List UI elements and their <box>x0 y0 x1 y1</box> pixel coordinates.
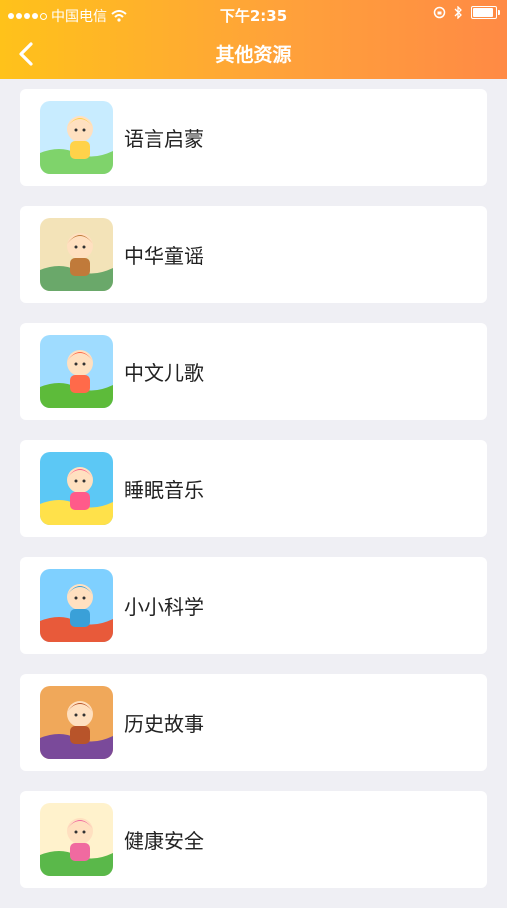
resource-thumbnail <box>40 335 113 408</box>
resource-item-language-enlightenment[interactable]: 语言启蒙 <box>20 89 487 186</box>
resource-item-chinese-nursery-rhymes[interactable]: 中华童谣 <box>20 206 487 303</box>
resource-label: 中华童谣 <box>124 244 204 268</box>
status-time: 下午2:35 <box>219 7 288 25</box>
resource-thumbnail <box>40 101 113 174</box>
resource-thumbnail <box>40 803 113 876</box>
page-title: 其他资源 <box>215 44 292 66</box>
resource-label: 历史故事 <box>124 712 204 736</box>
resource-item-sleep-music[interactable]: 睡眠音乐 <box>20 440 487 537</box>
resource-list: 语言启蒙 中华童谣 中文儿歌 睡眠音乐 小小科学 历史故事 健康安全 <box>20 89 487 908</box>
resource-thumbnail <box>40 569 113 642</box>
orientation-lock-icon <box>433 6 446 19</box>
resource-label: 睡眠音乐 <box>124 478 204 502</box>
resource-label: 中文儿歌 <box>124 361 204 385</box>
resource-thumbnail <box>40 452 113 525</box>
resource-thumbnail <box>40 686 113 759</box>
header-bar: 中国电信 下午2:35 其他资源 <box>0 0 507 79</box>
resource-thumbnail <box>40 218 113 291</box>
navigation-bar: 其他资源 <box>0 28 507 79</box>
resource-label: 语言启蒙 <box>124 127 204 151</box>
resource-item-health-safety[interactable]: 健康安全 <box>20 791 487 888</box>
battery-icon <box>471 6 500 19</box>
resource-label: 小小科学 <box>124 595 204 619</box>
bluetooth-icon <box>454 6 462 19</box>
resource-item-chinese-children-songs[interactable]: 中文儿歌 <box>20 323 487 420</box>
resource-item-little-science[interactable]: 小小科学 <box>20 557 487 654</box>
resource-item-history-stories[interactable]: 历史故事 <box>20 674 487 771</box>
resource-label: 健康安全 <box>124 829 204 853</box>
status-bar: 中国电信 下午2:35 <box>0 0 507 28</box>
